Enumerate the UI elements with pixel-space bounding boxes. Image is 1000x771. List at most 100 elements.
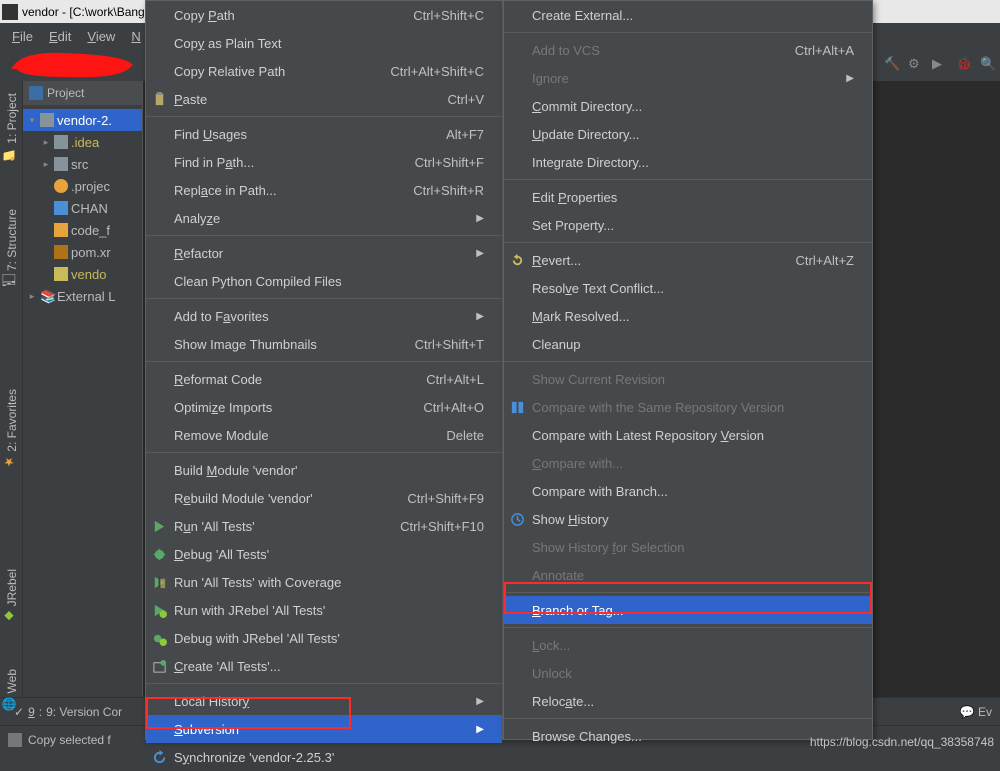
shortcut: Ctrl+Alt+A [795, 43, 854, 58]
menu-item[interactable]: Replace in Path...Ctrl+Shift+R [146, 176, 502, 204]
menu-item[interactable]: Compare with Branch... [504, 477, 872, 505]
menu-item[interactable]: Run 'All Tests' with Coverage [146, 568, 502, 596]
menu-item[interactable]: Mark Resolved... [504, 302, 872, 330]
tree-item[interactable]: mpom.xr [23, 241, 142, 263]
menu-view[interactable]: View [79, 26, 123, 47]
menu-item[interactable]: Compare with Latest Repository Version [504, 421, 872, 449]
menu-item[interactable]: Cleanup [504, 330, 872, 358]
shortcut: Delete [446, 428, 484, 443]
menu-item: Unlock [504, 659, 872, 687]
menu-item-label: Find Usages [174, 127, 247, 142]
menu-item[interactable]: Show History [504, 505, 872, 533]
tree-item[interactable]: CHAN [23, 197, 142, 219]
menu-item-label: Browse Changes... [532, 729, 642, 744]
menu-item[interactable]: Run 'All Tests'Ctrl+Shift+F10 [146, 512, 502, 540]
tab-favorites[interactable]: ★ 2: Favorites [0, 381, 21, 481]
menu-item[interactable]: Debug with JRebel 'All Tests' [146, 624, 502, 652]
menu-item[interactable]: Run with JRebel 'All Tests' [146, 596, 502, 624]
tree-item[interactable]: ▸src [23, 153, 142, 175]
shortcut: Ctrl+Shift+F10 [400, 519, 484, 534]
menu-item[interactable]: PasteCtrl+V [146, 85, 502, 113]
shortcut: Ctrl+Alt+Z [795, 253, 854, 268]
menu-item[interactable]: Analyze▶ [146, 204, 502, 232]
menu-item[interactable]: Local History▶ [146, 687, 502, 715]
menu-item[interactable]: Create 'All Tests'... [146, 652, 502, 680]
search-icon[interactable]: 🔍 [980, 56, 996, 72]
tab-event-log[interactable]: 💬 Ev [960, 705, 992, 719]
menu-item-label: Clean Python Compiled Files [174, 274, 342, 289]
menu-item[interactable]: Add to Favorites▶ [146, 302, 502, 330]
tab-jrebel[interactable]: ◆ JRebel [0, 561, 21, 636]
menu-item-label: Lock... [532, 638, 570, 653]
menu-item-label: Show Current Revision [532, 372, 665, 387]
tree-item[interactable]: ▸.idea [23, 131, 142, 153]
submenu-arrow-icon: ▶ [476, 213, 484, 224]
menu-item[interactable]: Show Image ThumbnailsCtrl+Shift+T [146, 330, 502, 358]
tree-item[interactable]: code_f [23, 219, 142, 241]
menu-item[interactable]: Update Directory... [504, 120, 872, 148]
menu-edit[interactable]: Edit [41, 26, 79, 47]
menu-item[interactable]: Optimize ImportsCtrl+Alt+O [146, 393, 502, 421]
menu-item[interactable]: Relocate... [504, 687, 872, 715]
menu-item-label: Reformat Code [174, 372, 262, 387]
tab-web[interactable]: 🌐 Web [0, 661, 21, 723]
left-tool-tabs: 📁 1: Project 🗂 7: Structure ★ 2: Favorit… [0, 81, 23, 697]
submenu-arrow-icon: ▶ [846, 73, 854, 84]
menu-item[interactable]: Build Module 'vendor' [146, 456, 502, 484]
menu-item[interactable]: Copy Path Ctrl+Shift+C [146, 1, 502, 29]
debug-icon[interactable]: 🐞 [956, 56, 972, 72]
menu-item[interactable]: Copy Relative PathCtrl+Alt+Shift+C [146, 57, 502, 85]
context-menu-main[interactable]: Copy PathCtrl+Shift+CCopy as Plain TextC… [145, 0, 503, 740]
menu-item[interactable]: Revert...Ctrl+Alt+Z [504, 246, 872, 274]
menu-item-label: Paste [174, 92, 207, 107]
menu-item[interactable]: Debug 'All Tests' [146, 540, 502, 568]
menu-item[interactable]: Find in Path...Ctrl+Shift+F [146, 148, 502, 176]
context-menu-subversion[interactable]: Create External...Add to VCSCtrl+Alt+AIg… [503, 0, 873, 740]
shortcut: Ctrl+Shift+F [415, 155, 484, 170]
menu-item[interactable]: Resolve Text Conflict... [504, 274, 872, 302]
tree-item[interactable]: vendo [23, 263, 142, 285]
menu-item[interactable]: Clean Python Compiled Files [146, 267, 502, 295]
folder-icon [54, 157, 68, 171]
menu-item[interactable]: Subversion▶ [146, 715, 502, 743]
menu-item[interactable]: Commit Directory... [504, 92, 872, 120]
red-scribble [10, 49, 140, 79]
lib-icon: 📚 [40, 289, 54, 303]
tree-root[interactable]: ▾vendor-2. [23, 109, 142, 131]
csdn-watermark: https://blog.csdn.net/qq_38358748 [810, 735, 994, 749]
build-icon[interactable]: 🔨 [884, 56, 900, 72]
shortcut: Ctrl+Shift+C [413, 8, 484, 23]
tab-structure[interactable]: 🗂 7: Structure [0, 201, 21, 300]
tab-version-control[interactable]: ✓ 9: 9: Version Cor [8, 703, 128, 721]
menu-item[interactable]: Create External... [504, 1, 872, 29]
menu-item-label: Subversion [174, 722, 239, 737]
file-icon [54, 267, 68, 281]
menu-item[interactable]: Synchronize 'vendor-2.25.3' [146, 743, 502, 771]
file-icon [54, 223, 68, 237]
menu-item[interactable]: Set Property... [504, 211, 872, 239]
menu-item[interactable]: Refactor▶ [146, 239, 502, 267]
file-icon: m [54, 245, 68, 259]
run-icon[interactable]: ▶ [932, 56, 948, 72]
menu-item[interactable]: Branch or Tag... [504, 596, 872, 624]
menu-item[interactable]: Integrate Directory... [504, 148, 872, 176]
right-toolbar: 🔨 ⚙ ▶ 🐞 🔍 [884, 56, 996, 72]
tree-item[interactable]: .projec [23, 175, 142, 197]
menu-file[interactable]: File [4, 26, 41, 47]
paste-icon [152, 92, 167, 107]
tab-project[interactable]: 📁 1: Project [0, 85, 21, 173]
menu-item-label: Copy Path [174, 8, 235, 23]
tree-external[interactable]: ▸📚External L [23, 285, 142, 307]
menu-item[interactable]: Remove ModuleDelete [146, 421, 502, 449]
submenu-arrow-icon: ▶ [476, 248, 484, 259]
settings-icon[interactable]: ⚙ [908, 56, 924, 72]
menu-item[interactable]: Find UsagesAlt+F7 [146, 120, 502, 148]
menu-item[interactable]: Copy as Plain Text [146, 29, 502, 57]
menu-item[interactable]: Edit Properties [504, 183, 872, 211]
menu-item[interactable]: Reformat CodeCtrl+Alt+L [146, 365, 502, 393]
menu-item-label: Resolve Text Conflict... [532, 281, 664, 296]
shortcut: Ctrl+Shift+T [415, 337, 484, 352]
menu-item-label: Show History [532, 512, 609, 527]
project-tree[interactable]: ▾vendor-2. ▸.idea ▸src .projec CHAN code… [23, 105, 142, 697]
menu-item[interactable]: Rebuild Module 'vendor'Ctrl+Shift+F9 [146, 484, 502, 512]
